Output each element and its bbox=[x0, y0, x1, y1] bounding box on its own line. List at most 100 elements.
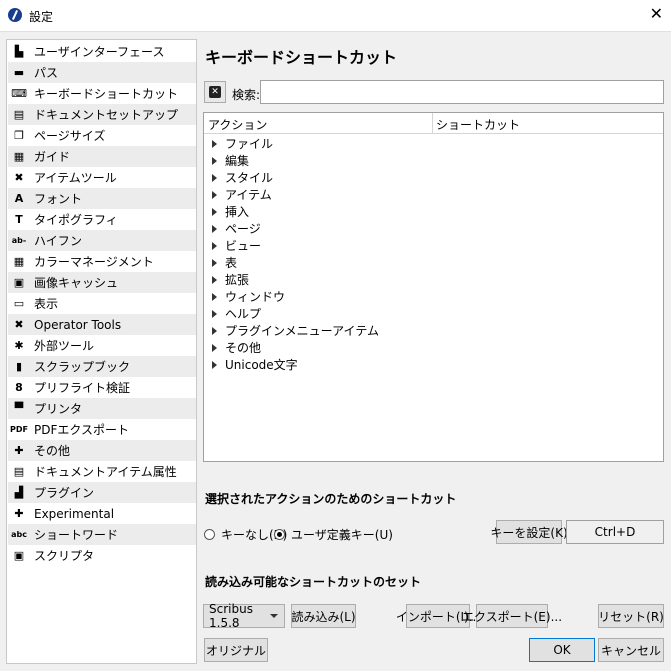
user-interface-icon: ▙ bbox=[14, 45, 24, 58]
pdf-export-icon: PDF bbox=[10, 425, 28, 434]
sidebar-item[interactable]: ❐ ページサイズ bbox=[8, 125, 196, 146]
sidebar-item[interactable]: ▟ プラグイン bbox=[8, 482, 196, 503]
reset-button[interactable]: リセット(R) bbox=[598, 604, 664, 628]
tree-category-row[interactable]: 表 bbox=[204, 254, 237, 271]
search-label: 検索: bbox=[232, 88, 261, 102]
sidebar-item-label: プリフライト検証 bbox=[34, 381, 131, 395]
sidebar-item[interactable]: abc ショートワード bbox=[8, 524, 196, 545]
tree-category-row[interactable]: スタイル bbox=[204, 169, 273, 186]
shortcut-tree[interactable]: アクション ショートカット ファイル 編集 スタイル アイテム 挿入ページ ビュー表拡張ウ… bbox=[203, 112, 664, 462]
export-button[interactable]: エクスポート(E)... bbox=[462, 604, 562, 628]
keyboard-icon: ⌨ bbox=[11, 87, 27, 100]
column-action[interactable]: アクション bbox=[208, 116, 267, 133]
sidebar-item-label: キーボードショートカット bbox=[34, 87, 179, 101]
preflight-icon: 8 bbox=[15, 381, 23, 394]
tree-category-row[interactable]: ウィンドウ bbox=[204, 288, 285, 305]
expand-arrow-icon[interactable] bbox=[212, 360, 217, 369]
clear-icon: ✕ bbox=[209, 86, 221, 98]
expand-arrow-icon[interactable] bbox=[212, 326, 217, 335]
expand-arrow-icon[interactable] bbox=[212, 309, 217, 318]
sidebar-item-label: カラーマネージメント bbox=[34, 255, 154, 269]
expand-arrow-icon[interactable] bbox=[212, 292, 217, 301]
tools-icon: ✖ bbox=[14, 171, 24, 184]
import-button[interactable]: インポート(I)... bbox=[396, 604, 480, 628]
sidebar-item[interactable]: ✱ 外部ツール bbox=[8, 335, 196, 356]
set-key-button[interactable]: キーを設定(K) bbox=[490, 520, 568, 544]
sidebar-item[interactable]: ▤ ドキュメントアイテム属性 bbox=[8, 461, 196, 482]
tree-category-row[interactable]: ファイル bbox=[204, 135, 273, 152]
expand-arrow-icon[interactable] bbox=[212, 275, 217, 284]
sidebar-item-label: 表示 bbox=[34, 297, 59, 311]
tree-category-label: ウィンドウ bbox=[225, 290, 286, 304]
ok-button[interactable]: OK bbox=[529, 638, 595, 662]
tree-category-row[interactable]: Unicode文字 bbox=[204, 356, 298, 373]
expand-arrow-icon[interactable] bbox=[212, 173, 217, 182]
tree-category-row[interactable]: その他 bbox=[204, 339, 261, 356]
sidebar-item[interactable]: A フォント bbox=[8, 188, 196, 209]
document-item-attributes-icon: ▤ bbox=[13, 465, 25, 478]
sidebar-item[interactable]: ▬ パス bbox=[8, 62, 196, 83]
sidebar-item[interactable]: ⌨ キーボードショートカット bbox=[8, 83, 196, 104]
radio-circle bbox=[204, 529, 215, 540]
tree-category-row[interactable]: 編集 bbox=[204, 152, 249, 169]
sidebar-item[interactable]: ▦ カラーマネージメント bbox=[8, 251, 196, 272]
tree-category-label: その他 bbox=[225, 341, 262, 355]
sidebar-item[interactable]: 8 プリフライト検証 bbox=[8, 377, 196, 398]
expand-arrow-icon[interactable] bbox=[212, 139, 217, 148]
sidebar-item[interactable]: ▣ 画像キャッシュ bbox=[8, 272, 196, 293]
sidebar-item[interactable]: ▤ ドキュメントセットアップ bbox=[8, 104, 196, 125]
tree-category-row[interactable]: ページ bbox=[204, 220, 261, 237]
expand-arrow-icon[interactable] bbox=[212, 343, 217, 352]
tree-category-label: プラグインメニューアイテム bbox=[225, 324, 379, 338]
load-button[interactable]: 読み込み(L) bbox=[291, 604, 356, 628]
sidebar-item[interactable]: T タイポグラフィ bbox=[8, 209, 196, 230]
settings-sidebar: ▙ ユーザインターフェース ▬ パス ⌨ キーボードショートカット ▤ ドキュメントセットアッ… bbox=[6, 39, 197, 664]
search-input[interactable] bbox=[260, 80, 664, 104]
sidebar-item[interactable]: ▣ スクリプタ bbox=[8, 545, 196, 566]
sidebar-item[interactable]: ✖ アイテムツール bbox=[8, 167, 196, 188]
sidebar-item[interactable]: ✖ Operator Tools bbox=[8, 314, 196, 335]
column-shortcut[interactable]: ショートカット bbox=[436, 116, 520, 133]
sidebar-item[interactable]: ▦ ガイド bbox=[8, 146, 196, 167]
radio-user-defined-label: ユーザ定義キー(U) bbox=[291, 528, 393, 542]
radio-user-defined[interactable]: ユーザ定義キー(U) bbox=[274, 526, 393, 543]
expand-arrow-icon[interactable] bbox=[212, 156, 217, 165]
close-icon[interactable]: ✕ bbox=[650, 5, 663, 23]
document-setup-icon: ▤ bbox=[13, 108, 25, 121]
loadable-sets-section-title: 読み込み可能なショートカットのセット bbox=[205, 575, 422, 589]
expand-arrow-icon[interactable] bbox=[212, 190, 217, 199]
expand-arrow-icon[interactable] bbox=[212, 224, 217, 233]
tree-category-row[interactable]: 挿入 bbox=[204, 203, 249, 220]
hyphenation-icon: ab- bbox=[11, 236, 27, 245]
shortcut-set-select[interactable]: Scribus 1.5.8 bbox=[203, 602, 285, 630]
tree-category-row[interactable]: 拡張 bbox=[204, 271, 249, 288]
sidebar-item[interactable]: ✚ Experimental bbox=[8, 503, 196, 524]
tree-category-row[interactable]: ビュー bbox=[204, 237, 261, 254]
original-button[interactable]: オリジナル bbox=[204, 638, 268, 662]
column-divider bbox=[432, 113, 433, 133]
folder-icon: ▬ bbox=[13, 66, 25, 79]
expand-arrow-icon[interactable] bbox=[212, 207, 217, 216]
tree-category-label: ページ bbox=[225, 222, 261, 236]
sidebar-item[interactable]: ab- ハイフン bbox=[8, 230, 196, 251]
tree-category-row[interactable]: プラグインメニューアイテム bbox=[204, 322, 379, 339]
expand-arrow-icon[interactable] bbox=[212, 241, 217, 250]
display-icon: ▭ bbox=[13, 297, 25, 310]
sidebar-item[interactable]: ▭ 表示 bbox=[8, 293, 196, 314]
sidebar-item[interactable]: ▙ ユーザインターフェース bbox=[8, 41, 196, 62]
sidebar-item[interactable]: ▮ スクラップブック bbox=[8, 356, 196, 377]
tree-category-row[interactable]: ヘルプ bbox=[204, 305, 261, 322]
tree-category-label: ファイル bbox=[225, 137, 274, 151]
sidebar-item[interactable]: PDF PDFエクスポート bbox=[8, 419, 196, 440]
sidebar-item[interactable]: ▀ プリンタ bbox=[8, 398, 196, 419]
sidebar-item-label: ページサイズ bbox=[34, 129, 106, 143]
tree-category-row[interactable]: アイテム bbox=[204, 186, 272, 203]
sidebar-item-label: 画像キャッシュ bbox=[34, 276, 119, 290]
tree-category-label: ヘルプ bbox=[225, 307, 262, 321]
clear-search-button[interactable]: ✕ bbox=[204, 81, 226, 103]
expand-arrow-icon[interactable] bbox=[212, 258, 217, 267]
plugins-icon: ▟ bbox=[14, 486, 24, 499]
cancel-button[interactable]: キャンセル bbox=[598, 638, 664, 662]
sidebar-item-label: 外部ツール bbox=[34, 339, 95, 353]
sidebar-item[interactable]: ✚ その他 bbox=[8, 440, 196, 461]
